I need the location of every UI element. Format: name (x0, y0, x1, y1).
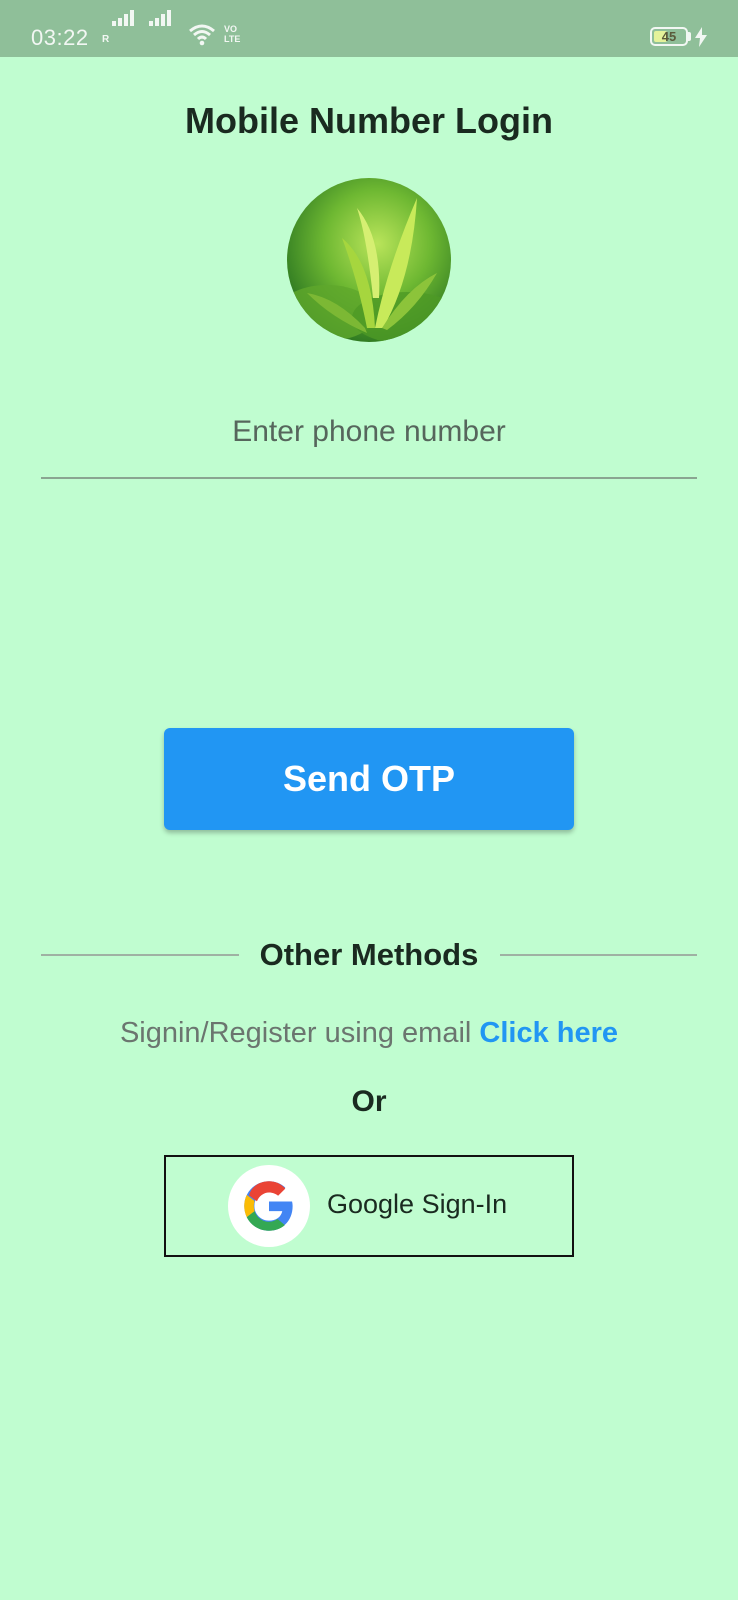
google-g-icon (244, 1181, 293, 1231)
page-title: Mobile Number Login (185, 100, 553, 141)
volte-icon: VO LTE (224, 24, 241, 44)
send-otp-button[interactable]: Send OTP (164, 728, 574, 830)
logo-image (287, 178, 451, 342)
divider-left (41, 954, 239, 956)
divider-right (500, 954, 697, 956)
roaming-indicator: R (102, 34, 110, 45)
other-methods-label: Other Methods (259, 937, 479, 972)
tea-leaves-icon (287, 198, 451, 342)
email-click-here-link[interactable]: Click here (479, 1017, 618, 1049)
or-label: Or (351, 1085, 387, 1118)
google-icon-circle (228, 1165, 310, 1247)
battery-icon: 45 (650, 27, 688, 46)
google-signin-button[interactable]: Google Sign-In (164, 1155, 574, 1257)
battery-level: 45 (661, 29, 677, 44)
email-signin-row: Signin/Register using email Click here (0, 1017, 738, 1050)
status-bar: 03:22 R VO LTE 45 (0, 0, 738, 57)
status-time: 03:22 (31, 25, 89, 50)
google-signin-label: Google Sign-In (327, 1189, 508, 1219)
battery-tip (688, 32, 691, 41)
charging-icon (695, 27, 707, 47)
phone-number-input[interactable] (41, 405, 697, 479)
email-prompt: Signin/Register using email (119, 1017, 472, 1049)
wifi-icon (189, 24, 215, 46)
